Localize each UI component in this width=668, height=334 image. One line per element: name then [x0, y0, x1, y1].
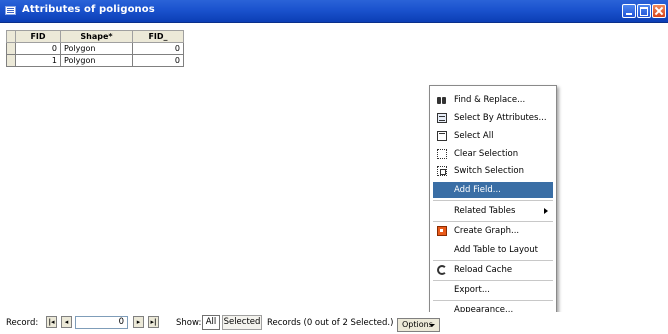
menu-item-label: Reload Cache [454, 265, 513, 275]
table-row[interactable]: 1 Polygon 0 [6, 54, 184, 67]
cell-fid[interactable]: 0 [15, 42, 61, 55]
cell-fid[interactable]: 1 [15, 54, 61, 67]
clear-selection-icon [437, 149, 447, 159]
column-header[interactable]: FID_ [132, 30, 184, 43]
binoculars-icon [437, 95, 447, 105]
menu-item-label: Add Table to Layout [454, 245, 538, 255]
window-title: Attributes of poligonos [22, 4, 155, 15]
graph-icon [437, 226, 447, 236]
menu-item-clear-selection[interactable]: Clear Selection [433, 146, 553, 162]
column-header[interactable]: Shape* [60, 30, 133, 43]
first-record-button[interactable]: |◂ [46, 316, 57, 328]
menu-item-create-graph[interactable]: Create Graph... [433, 223, 553, 239]
next-record-button[interactable]: ▸ [133, 316, 144, 328]
menu-item-label: Select By Attributes... [454, 113, 547, 123]
menu-separator [433, 260, 553, 261]
last-record-button[interactable]: ▸| [148, 316, 159, 328]
menu-item-label: Export... [454, 285, 490, 295]
menu-item-add-table-to-layout[interactable]: Add Table to Layout [433, 242, 553, 258]
menu-item-label: Find & Replace... [454, 95, 526, 105]
options-context-menu: Find & Replace... Select By Attributes..… [429, 85, 557, 320]
menu-item-label: Related Tables [454, 206, 516, 216]
sql-icon [437, 113, 447, 123]
switch-selection-icon [437, 166, 447, 176]
show-all-button[interactable]: All [202, 315, 220, 330]
header-row: FID Shape* FID_ [6, 30, 184, 43]
menu-item-select-by-attributes[interactable]: Select By Attributes... [433, 110, 553, 126]
menu-separator [433, 200, 553, 201]
menu-item-label: Add Field... [454, 185, 501, 195]
row-selector[interactable] [6, 42, 16, 55]
table-row[interactable]: 0 Polygon 0 [6, 42, 184, 55]
cell-fid-underscore[interactable]: 0 [132, 42, 184, 55]
row-selector[interactable] [6, 54, 16, 67]
show-selected-button[interactable]: Selected [222, 315, 262, 330]
table-icon [5, 6, 16, 15]
menu-item-export[interactable]: Export... [433, 282, 553, 298]
select-all-icon [437, 131, 447, 141]
cell-shape[interactable]: Polygon [60, 54, 133, 67]
menu-item-switch-selection[interactable]: Switch Selection [433, 163, 553, 179]
show-label: Show: [176, 318, 202, 328]
options-button[interactable]: Options [397, 318, 440, 332]
menu-item-label: Clear Selection [454, 149, 519, 159]
menu-item-find-replace[interactable]: Find & Replace... [433, 92, 553, 108]
menu-separator [433, 221, 553, 222]
menu-item-select-all[interactable]: Select All [433, 128, 553, 144]
menu-item-related-tables[interactable]: Related Tables [433, 203, 553, 219]
select-all-cell[interactable] [6, 30, 16, 43]
cell-fid-underscore[interactable]: 0 [132, 54, 184, 67]
menu-item-label: Select All [454, 131, 494, 141]
cell-shape[interactable]: Polygon [60, 42, 133, 55]
record-label: Record: [6, 318, 39, 328]
title-bar[interactable]: Attributes of poligonos [0, 0, 668, 23]
menu-item-reload-cache[interactable]: Reload Cache [433, 262, 553, 278]
menu-item-add-field[interactable]: Add Field... [433, 182, 553, 198]
previous-record-button[interactable]: ◂ [61, 316, 72, 328]
menu-item-label: Create Graph... [454, 226, 520, 236]
minimize-button[interactable] [622, 4, 636, 18]
attribute-table-window: Attributes of poligonos FID Shape* FID_ … [0, 0, 668, 334]
records-count-text: Records (0 out of 2 Selected.) [267, 318, 394, 328]
close-button[interactable] [652, 4, 666, 18]
attribute-grid: FID Shape* FID_ 0 Polygon 0 1 Polygon 0 [6, 30, 184, 67]
reload-icon [437, 265, 447, 275]
record-number-field[interactable]: 0 [75, 316, 128, 329]
dropdown-arrow-icon [429, 324, 435, 327]
maximize-button[interactable] [637, 4, 651, 18]
column-header[interactable]: FID [15, 30, 61, 43]
status-bar: Record: |◂ ◂ 0 ▸ ▸| Show: All Selected R… [0, 312, 668, 334]
menu-separator [433, 280, 553, 281]
submenu-arrow-icon [544, 208, 548, 214]
menu-item-label: Switch Selection [454, 166, 524, 176]
menu-separator [433, 300, 553, 301]
